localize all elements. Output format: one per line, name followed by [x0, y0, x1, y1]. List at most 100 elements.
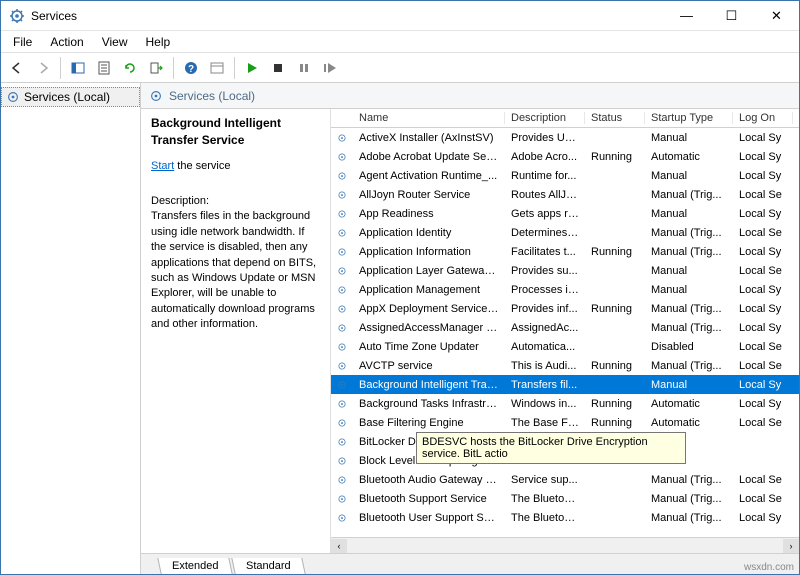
- tab-standard[interactable]: Standard: [232, 558, 306, 574]
- cell-description: Windows in...: [505, 398, 585, 410]
- table-row[interactable]: AVCTP serviceThis is Audi...RunningManua…: [331, 356, 799, 375]
- table-row[interactable]: Bluetooth Support ServiceThe Bluetoo...M…: [331, 489, 799, 508]
- table-row[interactable]: Bluetooth Audio Gateway S...Service sup.…: [331, 470, 799, 489]
- cell-startup: Disabled: [645, 341, 733, 353]
- cell-name: AssignedAccessManager Se...: [353, 322, 505, 334]
- back-button[interactable]: [5, 56, 29, 80]
- table-row[interactable]: Auto Time Zone UpdaterAutomatica...Disab…: [331, 337, 799, 356]
- show-hide-tree-button[interactable]: [66, 56, 90, 80]
- cell-startup: Manual (Trig...: [645, 512, 733, 524]
- cell-logon: Local Sy: [733, 132, 793, 144]
- cell-startup: Manual: [645, 265, 733, 277]
- watermark: wsxdn.com: [744, 562, 794, 573]
- table-row[interactable]: ActiveX Installer (AxInstSV)Provides Us.…: [331, 128, 799, 147]
- table-row[interactable]: Bluetooth User Support Ser...The Bluetoo…: [331, 508, 799, 527]
- table-row[interactable]: Adobe Acrobat Update Serv...Adobe Acro..…: [331, 147, 799, 166]
- cell-status: Running: [585, 398, 645, 410]
- restart-service-button[interactable]: [318, 56, 342, 80]
- table-row[interactable]: Background Intelligent Tran...Transfers …: [331, 375, 799, 394]
- gear-icon: [331, 245, 353, 259]
- table-row[interactable]: Agent Activation Runtime_...Runtime for.…: [331, 166, 799, 185]
- start-service-button[interactable]: [240, 56, 264, 80]
- cell-description: Routes AllJo...: [505, 189, 585, 201]
- column-name[interactable]: Name: [353, 112, 505, 124]
- column-logon[interactable]: Log On: [733, 112, 793, 124]
- cell-status: Running: [585, 246, 645, 258]
- cell-description: The Bluetoo...: [505, 512, 585, 524]
- cell-name: AVCTP service: [353, 360, 505, 372]
- export-button[interactable]: [144, 56, 168, 80]
- cell-name: ActiveX Installer (AxInstSV): [353, 132, 505, 144]
- menu-help[interactable]: Help: [138, 32, 179, 52]
- cell-description: Adobe Acro...: [505, 151, 585, 163]
- table-row[interactable]: Application InformationFacilitates t...R…: [331, 242, 799, 261]
- view-tabs: Extended Standard: [141, 553, 799, 574]
- close-button[interactable]: ✕: [754, 1, 799, 30]
- help-button[interactable]: ?: [179, 56, 203, 80]
- svg-text:?: ?: [188, 64, 194, 75]
- cell-startup: Manual: [645, 284, 733, 296]
- cell-description: Facilitates t...: [505, 246, 585, 258]
- cell-startup: Automatic: [645, 417, 733, 429]
- gear-icon: [331, 454, 353, 468]
- scroll-track[interactable]: [347, 539, 783, 553]
- cell-logon: Local Se: [733, 417, 793, 429]
- table-row[interactable]: AssignedAccessManager Se...AssignedAc...…: [331, 318, 799, 337]
- cell-name: Background Tasks Infrastruc...: [353, 398, 505, 410]
- column-description[interactable]: Description: [505, 112, 585, 124]
- menu-action[interactable]: Action: [42, 32, 91, 52]
- cell-status: Running: [585, 303, 645, 315]
- content-header-label: Services (Local): [169, 89, 255, 103]
- table-row[interactable]: Application Layer Gateway ...Provides su…: [331, 261, 799, 280]
- description-label: Description:: [151, 194, 320, 209]
- cell-startup: Manual (Trig...: [645, 189, 733, 201]
- forward-button[interactable]: [31, 56, 55, 80]
- scroll-left-button[interactable]: ‹: [331, 539, 347, 553]
- table-row[interactable]: Base Filtering EngineThe Base Fil...Runn…: [331, 413, 799, 432]
- column-startup[interactable]: Startup Type: [645, 112, 733, 124]
- horizontal-scrollbar[interactable]: ‹ ›: [331, 537, 799, 553]
- tab-extended[interactable]: Extended: [157, 558, 233, 574]
- gear-icon: [331, 416, 353, 430]
- menu-view[interactable]: View: [94, 32, 136, 52]
- cell-logon: Local Sy: [733, 379, 793, 391]
- cell-description: Provides inf...: [505, 303, 585, 315]
- gear-icon: [6, 90, 20, 104]
- cell-description: Gets apps re...: [505, 208, 585, 220]
- cell-startup: Manual (Trig...: [645, 474, 733, 486]
- minimize-button[interactable]: —: [664, 1, 709, 30]
- maximize-button[interactable]: ☐: [709, 1, 754, 30]
- scroll-right-button[interactable]: ›: [783, 539, 799, 553]
- toolbar-list-button[interactable]: [205, 56, 229, 80]
- table-row[interactable]: App ReadinessGets apps re...ManualLocal …: [331, 204, 799, 223]
- cell-logon: Local Sy: [733, 246, 793, 258]
- table-row[interactable]: AllJoyn Router ServiceRoutes AllJo...Man…: [331, 185, 799, 204]
- table-row[interactable]: Background Tasks Infrastruc...Windows in…: [331, 394, 799, 413]
- title-bar: Services — ☐ ✕: [1, 1, 799, 31]
- table-row[interactable]: AppX Deployment Service (...Provides inf…: [331, 299, 799, 318]
- table-row[interactable]: Application ManagementProcesses in...Man…: [331, 280, 799, 299]
- gear-icon: [331, 264, 353, 278]
- pause-service-button[interactable]: [292, 56, 316, 80]
- gear-icon: [331, 340, 353, 354]
- cell-name: Application Identity: [353, 227, 505, 239]
- app-icon: [9, 8, 25, 24]
- menu-file[interactable]: File: [5, 32, 40, 52]
- cell-logon: Local Se: [733, 474, 793, 486]
- cell-description: Provides su...: [505, 265, 585, 277]
- table-row[interactable]: Application IdentityDetermines ...Manual…: [331, 223, 799, 242]
- properties-button[interactable]: [92, 56, 116, 80]
- cell-logon: Local Sy: [733, 512, 793, 524]
- service-list[interactable]: ActiveX Installer (AxInstSV)Provides Us.…: [331, 128, 799, 537]
- cell-description: Service sup...: [505, 474, 585, 486]
- start-service-link[interactable]: Start: [151, 160, 174, 172]
- tree-node-services-local[interactable]: Services (Local): [1, 87, 140, 107]
- services-window: Services — ☐ ✕ File Action View Help ?: [0, 0, 800, 575]
- gear-icon: [331, 397, 353, 411]
- console-tree[interactable]: Services (Local): [1, 83, 141, 574]
- cell-name: Background Intelligent Tran...: [353, 379, 505, 391]
- stop-service-button[interactable]: [266, 56, 290, 80]
- cell-logon: Local Sy: [733, 284, 793, 296]
- column-status[interactable]: Status: [585, 112, 645, 124]
- refresh-button[interactable]: [118, 56, 142, 80]
